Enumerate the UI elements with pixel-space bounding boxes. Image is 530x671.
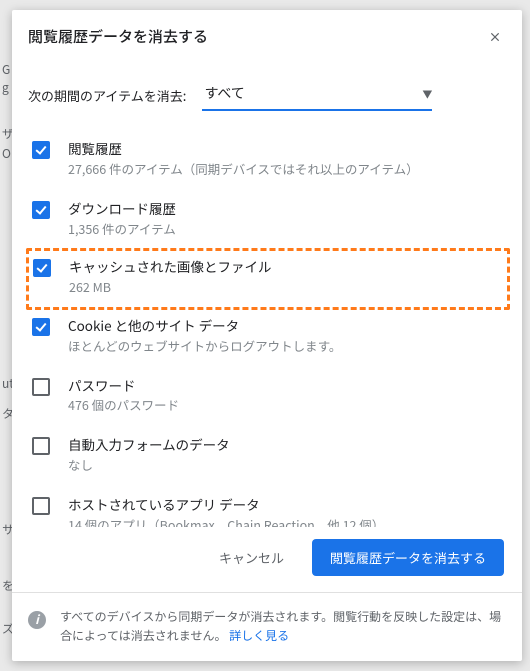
option-desc: ほとんどのウェブサイトからログアウトします。: [68, 337, 504, 356]
option-checkbox[interactable]: [32, 437, 50, 455]
option-checkbox[interactable]: [33, 259, 51, 277]
option-title: ホストされているアプリ データ: [68, 495, 504, 514]
close-button[interactable]: [486, 28, 504, 46]
options-list: 閲覧履歴 27,666 件のアイテム（同期デバイスではそれ以上のアイテム） ダウンロ…: [12, 117, 522, 527]
confirm-button[interactable]: 閲覧履歴データを消去する: [312, 539, 504, 576]
dialog-title: 閲覧履歴データを消去する: [28, 26, 208, 47]
option-desc: 476 個のパスワード: [68, 396, 504, 415]
option-row: ホストされているアプリ データ 14 個のアプリ（Bookmax、Chain Re…: [26, 487, 510, 527]
option-text: ダウンロード履歴 1,356 件のアイテム: [68, 199, 504, 239]
time-range-row: 次の期間のアイテムを消去: すべて ▼: [12, 59, 522, 117]
option-row: パスワード476 個のパスワード: [26, 368, 510, 428]
clear-browsing-data-dialog: 閲覧履歴データを消去する 次の期間のアイテムを消去: すべて ▼ 閲覧履歴 27,…: [12, 10, 522, 661]
chevron-down-icon: ▼: [422, 86, 432, 101]
time-range-select[interactable]: すべて ▼: [202, 79, 432, 111]
option-desc: 1,356 件のアイテム: [68, 220, 504, 239]
option-checkbox[interactable]: [32, 141, 50, 159]
dialog-footer: i すべてのデバイスから同期データが消去されます。閲覧行動を反映した設定は、場合…: [12, 592, 522, 661]
close-icon: [488, 30, 502, 44]
option-title: 自動入力フォームのデータ: [68, 435, 504, 454]
option-desc: なし: [68, 456, 504, 475]
option-text: 閲覧履歴 27,666 件のアイテム（同期デバイスではそれ以上のアイテム）: [68, 139, 504, 179]
info-icon: i: [28, 611, 46, 629]
option-checkbox[interactable]: [32, 201, 50, 219]
option-checkbox[interactable]: [32, 497, 50, 515]
option-row: 閲覧履歴 27,666 件のアイテム（同期デバイスではそれ以上のアイテム）: [26, 131, 510, 191]
option-desc: 14 個のアプリ（Bookmax、Chain Reaction、他 12 個）: [68, 516, 504, 527]
option-row: キャッシュされた画像とファイル 262 MB: [26, 248, 510, 310]
option-text: パスワード476 個のパスワード: [68, 376, 504, 416]
option-title: キャッシュされた画像とファイル: [69, 257, 503, 276]
option-title: パスワード: [68, 376, 504, 395]
time-range-value: すべて: [204, 83, 244, 103]
option-title: ダウンロード履歴: [68, 199, 504, 218]
cancel-button[interactable]: キャンセル: [201, 539, 302, 576]
option-text: ホストされているアプリ データ 14 個のアプリ（Bookmax、Chain Re…: [68, 495, 504, 527]
option-text: Cookie と他のサイト データほとんどのウェブサイトからログアウトします。: [68, 316, 504, 356]
option-title: 閲覧履歴: [68, 139, 504, 158]
option-title: Cookie と他のサイト データ: [68, 316, 504, 335]
option-row: ダウンロード履歴 1,356 件のアイテム: [26, 191, 510, 251]
dialog-actions: キャンセル 閲覧履歴データを消去する: [12, 527, 522, 592]
footer-text: すべてのデバイスから同期データが消去されます。閲覧行動を反映した設定は、場合によ…: [60, 607, 506, 645]
option-desc: 27,666 件のアイテム（同期デバイスではそれ以上のアイテム）: [68, 160, 504, 179]
dialog-header: 閲覧履歴データを消去する: [12, 10, 522, 59]
option-row: Cookie と他のサイト データほとんどのウェブサイトからログアウトします。: [26, 308, 510, 368]
option-checkbox[interactable]: [32, 378, 50, 396]
option-text: キャッシュされた画像とファイル 262 MB: [69, 257, 503, 297]
option-text: 自動入力フォームのデータなし: [68, 435, 504, 475]
time-range-label: 次の期間のアイテムを消去:: [28, 86, 186, 105]
option-desc: 262 MB: [69, 278, 503, 297]
learn-more-link[interactable]: 詳しく見る: [229, 627, 289, 644]
option-checkbox[interactable]: [32, 318, 50, 336]
option-row: 自動入力フォームのデータなし: [26, 427, 510, 487]
